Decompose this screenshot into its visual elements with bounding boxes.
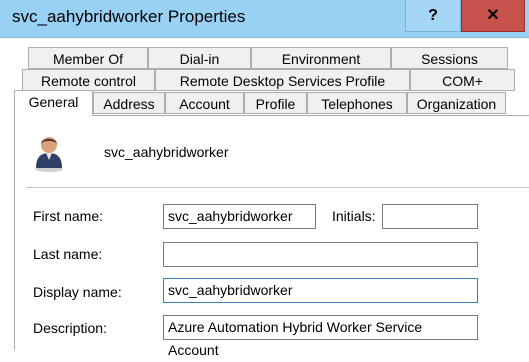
window-title: svc_aahybridworker Properties <box>12 7 246 26</box>
display-name-field[interactable]: svc_aahybridworker <box>163 278 478 303</box>
tab-organization[interactable]: Organization <box>407 92 506 114</box>
tab-remote-control[interactable]: Remote control <box>22 69 155 91</box>
tab-dial-in[interactable]: Dial-in <box>148 47 251 69</box>
tab-environment[interactable]: Environment <box>251 47 391 69</box>
separator <box>26 187 529 188</box>
properties-dialog: svc_aahybridworker Properties ? ✕ Member… <box>0 0 529 358</box>
tab-telephones[interactable]: Telephones <box>307 92 407 114</box>
display-name-label: Display name: <box>33 284 122 300</box>
tab-general[interactable]: General <box>14 90 93 116</box>
description-field[interactable]: Azure Automation Hybrid Worker Service A… <box>163 315 478 358</box>
tab-com-plus[interactable]: COM+ <box>410 69 515 91</box>
help-button[interactable]: ? <box>405 0 461 32</box>
tab-sessions[interactable]: Sessions <box>391 47 508 69</box>
close-button[interactable]: ✕ <box>461 0 525 32</box>
initials-label: Initials: <box>332 208 376 224</box>
first-name-label: First name: <box>33 208 104 224</box>
first-name-field[interactable]: svc_aahybridworker <box>163 204 316 229</box>
tab-remote-desktop-services-profile[interactable]: Remote Desktop Services Profile <box>155 69 410 91</box>
tab-profile[interactable]: Profile <box>244 92 307 114</box>
last-name-field[interactable] <box>163 242 478 267</box>
user-icon <box>32 133 66 173</box>
tab-account[interactable]: Account <box>165 92 244 114</box>
description-label: Description: <box>33 320 107 336</box>
user-name: svc_aahybridworker <box>104 144 229 160</box>
tab-member-of[interactable]: Member Of <box>28 47 148 69</box>
title-bar: svc_aahybridworker Properties ? ✕ <box>0 0 529 38</box>
last-name-label: Last name: <box>33 246 103 262</box>
tab-address[interactable]: Address <box>93 92 165 114</box>
initials-field[interactable] <box>382 204 478 229</box>
